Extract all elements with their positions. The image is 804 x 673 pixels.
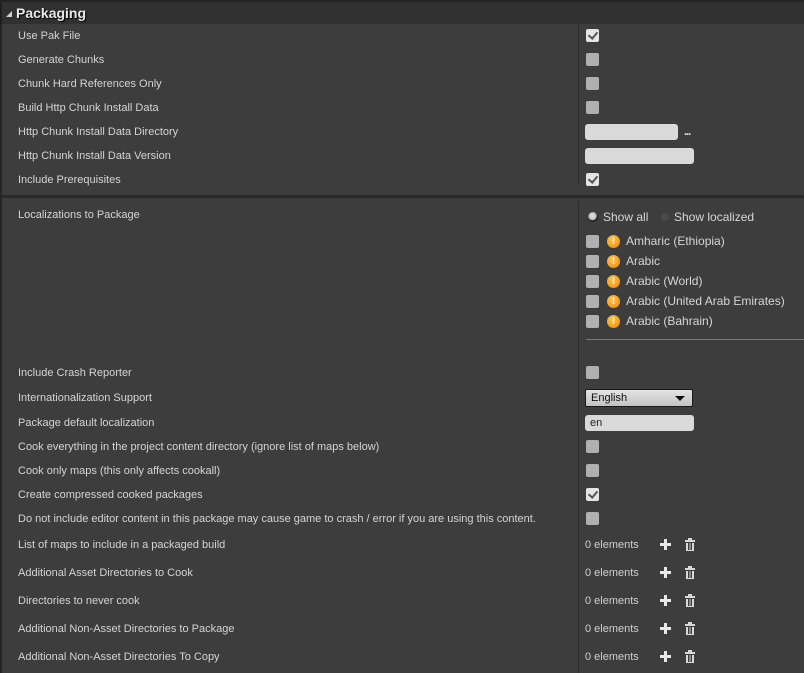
default-localization-label: Package default localization — [18, 417, 155, 429]
http-chunk-version-label: Http Chunk Install Data Version — [18, 150, 171, 162]
show-all-radio[interactable]: Show all — [588, 210, 648, 224]
array-count: 0 elements — [585, 539, 639, 551]
trash-icon[interactable] — [685, 594, 695, 607]
use-pak-file-checkbox[interactable] — [586, 29, 599, 42]
localization-checkbox[interactable] — [586, 314, 599, 328]
maps-to-include-label: List of maps to include in a packaged bu… — [18, 539, 226, 551]
localization-name: Arabic (Bahrain) — [626, 314, 713, 328]
section-title: Packaging — [16, 5, 87, 21]
array-count: 0 elements — [585, 651, 639, 663]
localization-item[interactable]: ! Amharic (Ethiopia) — [586, 233, 725, 249]
trash-icon[interactable] — [685, 566, 695, 579]
localizations-label: Localizations to Package — [18, 209, 140, 221]
localization-item[interactable]: ! Arabic (World) — [586, 273, 702, 289]
cook-only-maps-label: Cook only maps (this only affects cookal… — [18, 465, 221, 477]
internationalization-support-label: Internationalization Support — [18, 392, 152, 404]
warning-icon: ! — [607, 314, 620, 328]
internationalization-dropdown[interactable]: English — [585, 389, 693, 407]
localization-name: Amharic (Ethiopia) — [626, 234, 725, 248]
warning-icon: ! — [607, 274, 620, 288]
browse-button[interactable]: ... — [684, 126, 691, 138]
localization-item[interactable]: ! Arabic (Bahrain) — [586, 313, 713, 329]
localization-checkbox[interactable] — [586, 274, 599, 288]
non-asset-dirs-copy-label: Additional Non-Asset Directories To Copy — [18, 651, 220, 663]
http-chunk-directory-input[interactable] — [585, 124, 678, 140]
non-asset-dirs-package-label: Additional Non-Asset Directories to Pack… — [18, 623, 235, 635]
cook-everything-checkbox[interactable] — [586, 440, 599, 453]
use-pak-file-label: Use Pak File — [18, 30, 81, 42]
generate-chunks-label: Generate Chunks — [18, 54, 105, 66]
localization-list-separator — [586, 339, 804, 340]
cook-everything-label: Cook everything in the project content d… — [18, 441, 380, 453]
trash-icon[interactable] — [685, 538, 695, 551]
add-element-icon[interactable] — [660, 651, 671, 662]
additional-asset-dirs-label: Additional Asset Directories to Cook — [18, 567, 193, 579]
default-localization-input[interactable]: en — [585, 415, 694, 431]
compressed-cooked-label: Create compressed cooked packages — [18, 489, 203, 501]
warning-icon: ! — [607, 294, 620, 308]
include-crash-reporter-checkbox[interactable] — [586, 366, 599, 379]
exclude-editor-content-checkbox[interactable] — [586, 512, 599, 525]
array-count: 0 elements — [585, 567, 639, 579]
exclude-editor-content-label: Do not include editor content in this pa… — [18, 513, 536, 525]
localization-name: Arabic (United Arab Emirates) — [626, 294, 785, 308]
warning-icon: ! — [607, 234, 620, 248]
http-chunk-directory-label: Http Chunk Install Data Directory — [18, 126, 179, 138]
triangle-down-icon[interactable] — [6, 11, 12, 17]
chunk-hard-references-checkbox[interactable] — [586, 77, 599, 90]
localization-checkbox[interactable] — [586, 294, 599, 308]
show-localized-radio[interactable]: Show localized — [657, 210, 754, 224]
add-element-icon[interactable] — [660, 539, 671, 550]
include-prerequisites-checkbox[interactable] — [586, 173, 599, 186]
radio-selected-icon — [588, 212, 598, 222]
compressed-cooked-checkbox[interactable] — [586, 488, 599, 501]
build-http-chunk-checkbox[interactable] — [586, 101, 599, 114]
localization-checkbox[interactable] — [586, 254, 599, 268]
chunk-hard-references-label: Chunk Hard References Only — [18, 78, 162, 90]
warning-icon: ! — [607, 254, 620, 268]
include-prerequisites-label: Include Prerequisites — [18, 174, 121, 186]
array-count: 0 elements — [585, 595, 639, 607]
section-header[interactable]: Packaging — [2, 2, 804, 24]
localization-checkbox[interactable] — [586, 234, 599, 248]
add-element-icon[interactable] — [660, 623, 671, 634]
never-cook-dirs-label: Directories to never cook — [18, 595, 140, 607]
show-all-label: Show all — [603, 210, 649, 224]
localization-name: Arabic (World) — [626, 274, 703, 288]
show-localized-label: Show localized — [674, 210, 755, 224]
add-element-icon[interactable] — [660, 567, 671, 578]
generate-chunks-checkbox[interactable] — [586, 53, 599, 66]
radio-unselected-icon — [661, 213, 669, 221]
build-http-chunk-label: Build Http Chunk Install Data — [18, 102, 159, 114]
localization-item[interactable]: ! Arabic (United Arab Emirates) — [586, 293, 785, 309]
add-element-icon[interactable] — [660, 595, 671, 606]
include-crash-reporter-label: Include Crash Reporter — [18, 367, 132, 379]
column-splitter[interactable] — [578, 201, 579, 673]
localization-item[interactable]: ! Arabic — [586, 253, 660, 269]
array-count: 0 elements — [585, 623, 639, 635]
http-chunk-version-input[interactable] — [585, 148, 694, 164]
localization-name: Arabic — [626, 254, 661, 268]
column-splitter[interactable] — [578, 24, 579, 185]
dropdown-value: English — [591, 392, 628, 404]
trash-icon[interactable] — [685, 622, 695, 635]
cook-only-maps-checkbox[interactable] — [586, 464, 599, 477]
trash-icon[interactable] — [685, 650, 695, 663]
chevron-down-icon — [675, 396, 685, 401]
